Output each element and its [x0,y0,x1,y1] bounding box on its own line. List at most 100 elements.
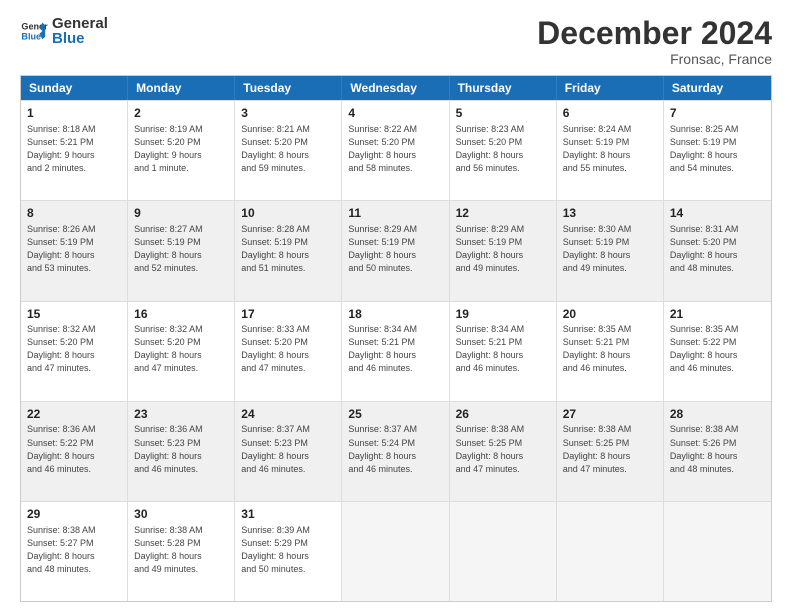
calendar-cell: 7Sunrise: 8:25 AM Sunset: 5:19 PM Daylig… [664,101,771,200]
calendar-cell: 1Sunrise: 8:18 AM Sunset: 5:21 PM Daylig… [21,101,128,200]
day-number: 11 [348,205,442,222]
day-number: 17 [241,306,335,323]
calendar-cell: 18Sunrise: 8:34 AM Sunset: 5:21 PM Dayli… [342,302,449,401]
header-day-monday: Monday [128,76,235,100]
day-number: 16 [134,306,228,323]
day-info: Sunrise: 8:23 AM Sunset: 5:20 PM Dayligh… [456,123,550,175]
day-info: Sunrise: 8:27 AM Sunset: 5:19 PM Dayligh… [134,223,228,275]
header-day-friday: Friday [557,76,664,100]
calendar-cell: 5Sunrise: 8:23 AM Sunset: 5:20 PM Daylig… [450,101,557,200]
header-day-sunday: Sunday [21,76,128,100]
day-number: 29 [27,506,121,523]
calendar: SundayMondayTuesdayWednesdayThursdayFrid… [20,75,772,602]
day-info: Sunrise: 8:18 AM Sunset: 5:21 PM Dayligh… [27,123,121,175]
day-number: 5 [456,105,550,122]
svg-text:Blue: Blue [21,31,41,41]
calendar-cell: 9Sunrise: 8:27 AM Sunset: 5:19 PM Daylig… [128,201,235,300]
calendar-cell: 13Sunrise: 8:30 AM Sunset: 5:19 PM Dayli… [557,201,664,300]
calendar-row-5: 29Sunrise: 8:38 AM Sunset: 5:27 PM Dayli… [21,501,771,601]
day-number: 28 [670,406,765,423]
day-info: Sunrise: 8:26 AM Sunset: 5:19 PM Dayligh… [27,223,121,275]
calendar-cell: 24Sunrise: 8:37 AM Sunset: 5:23 PM Dayli… [235,402,342,501]
day-info: Sunrise: 8:22 AM Sunset: 5:20 PM Dayligh… [348,123,442,175]
calendar-cell: 28Sunrise: 8:38 AM Sunset: 5:26 PM Dayli… [664,402,771,501]
calendar-body: 1Sunrise: 8:18 AM Sunset: 5:21 PM Daylig… [21,100,771,601]
day-number: 4 [348,105,442,122]
calendar-cell: 19Sunrise: 8:34 AM Sunset: 5:21 PM Dayli… [450,302,557,401]
calendar-cell [450,502,557,601]
calendar-cell [342,502,449,601]
calendar-cell: 16Sunrise: 8:32 AM Sunset: 5:20 PM Dayli… [128,302,235,401]
day-info: Sunrise: 8:25 AM Sunset: 5:19 PM Dayligh… [670,123,765,175]
calendar-cell: 10Sunrise: 8:28 AM Sunset: 5:19 PM Dayli… [235,201,342,300]
calendar-cell: 22Sunrise: 8:36 AM Sunset: 5:22 PM Dayli… [21,402,128,501]
day-info: Sunrise: 8:30 AM Sunset: 5:19 PM Dayligh… [563,223,657,275]
day-number: 24 [241,406,335,423]
calendar-cell: 26Sunrise: 8:38 AM Sunset: 5:25 PM Dayli… [450,402,557,501]
day-number: 23 [134,406,228,423]
day-info: Sunrise: 8:24 AM Sunset: 5:19 PM Dayligh… [563,123,657,175]
calendar-cell: 20Sunrise: 8:35 AM Sunset: 5:21 PM Dayli… [557,302,664,401]
day-info: Sunrise: 8:38 AM Sunset: 5:28 PM Dayligh… [134,524,228,576]
day-info: Sunrise: 8:32 AM Sunset: 5:20 PM Dayligh… [27,323,121,375]
day-number: 7 [670,105,765,122]
day-number: 19 [456,306,550,323]
calendar-cell: 31Sunrise: 8:39 AM Sunset: 5:29 PM Dayli… [235,502,342,601]
logo-wordmark: General Blue [52,16,108,46]
day-number: 8 [27,205,121,222]
day-number: 1 [27,105,121,122]
calendar-row-1: 1Sunrise: 8:18 AM Sunset: 5:21 PM Daylig… [21,100,771,200]
calendar-row-2: 8Sunrise: 8:26 AM Sunset: 5:19 PM Daylig… [21,200,771,300]
day-info: Sunrise: 8:29 AM Sunset: 5:19 PM Dayligh… [348,223,442,275]
main-title: December 2024 [537,16,772,51]
day-number: 2 [134,105,228,122]
day-info: Sunrise: 8:34 AM Sunset: 5:21 PM Dayligh… [456,323,550,375]
calendar-row-3: 15Sunrise: 8:32 AM Sunset: 5:20 PM Dayli… [21,301,771,401]
day-info: Sunrise: 8:36 AM Sunset: 5:22 PM Dayligh… [27,423,121,475]
day-info: Sunrise: 8:35 AM Sunset: 5:21 PM Dayligh… [563,323,657,375]
subtitle: Fronsac, France [537,51,772,67]
header-day-thursday: Thursday [450,76,557,100]
header: General Blue General Blue December 2024 … [20,16,772,67]
day-number: 26 [456,406,550,423]
day-info: Sunrise: 8:38 AM Sunset: 5:25 PM Dayligh… [563,423,657,475]
day-info: Sunrise: 8:32 AM Sunset: 5:20 PM Dayligh… [134,323,228,375]
day-info: Sunrise: 8:35 AM Sunset: 5:22 PM Dayligh… [670,323,765,375]
day-number: 14 [670,205,765,222]
calendar-cell: 12Sunrise: 8:29 AM Sunset: 5:19 PM Dayli… [450,201,557,300]
day-number: 18 [348,306,442,323]
day-number: 27 [563,406,657,423]
day-number: 30 [134,506,228,523]
title-block: December 2024 Fronsac, France [537,16,772,67]
day-info: Sunrise: 8:38 AM Sunset: 5:27 PM Dayligh… [27,524,121,576]
logo-icon: General Blue [20,17,48,45]
calendar-row-4: 22Sunrise: 8:36 AM Sunset: 5:22 PM Dayli… [21,401,771,501]
header-day-saturday: Saturday [664,76,771,100]
calendar-cell: 14Sunrise: 8:31 AM Sunset: 5:20 PM Dayli… [664,201,771,300]
day-info: Sunrise: 8:21 AM Sunset: 5:20 PM Dayligh… [241,123,335,175]
day-number: 25 [348,406,442,423]
calendar-cell [664,502,771,601]
day-number: 9 [134,205,228,222]
calendar-cell: 4Sunrise: 8:22 AM Sunset: 5:20 PM Daylig… [342,101,449,200]
logo: General Blue General Blue [20,16,108,46]
day-number: 12 [456,205,550,222]
calendar-cell: 6Sunrise: 8:24 AM Sunset: 5:19 PM Daylig… [557,101,664,200]
calendar-cell: 2Sunrise: 8:19 AM Sunset: 5:20 PM Daylig… [128,101,235,200]
page: General Blue General Blue December 2024 … [0,0,792,612]
day-info: Sunrise: 8:39 AM Sunset: 5:29 PM Dayligh… [241,524,335,576]
calendar-cell: 29Sunrise: 8:38 AM Sunset: 5:27 PM Dayli… [21,502,128,601]
day-info: Sunrise: 8:38 AM Sunset: 5:26 PM Dayligh… [670,423,765,475]
day-info: Sunrise: 8:28 AM Sunset: 5:19 PM Dayligh… [241,223,335,275]
calendar-cell: 27Sunrise: 8:38 AM Sunset: 5:25 PM Dayli… [557,402,664,501]
calendar-cell: 17Sunrise: 8:33 AM Sunset: 5:20 PM Dayli… [235,302,342,401]
day-info: Sunrise: 8:37 AM Sunset: 5:24 PM Dayligh… [348,423,442,475]
calendar-cell: 25Sunrise: 8:37 AM Sunset: 5:24 PM Dayli… [342,402,449,501]
day-number: 31 [241,506,335,523]
calendar-cell: 30Sunrise: 8:38 AM Sunset: 5:28 PM Dayli… [128,502,235,601]
day-info: Sunrise: 8:38 AM Sunset: 5:25 PM Dayligh… [456,423,550,475]
day-info: Sunrise: 8:36 AM Sunset: 5:23 PM Dayligh… [134,423,228,475]
calendar-cell: 15Sunrise: 8:32 AM Sunset: 5:20 PM Dayli… [21,302,128,401]
calendar-cell: 11Sunrise: 8:29 AM Sunset: 5:19 PM Dayli… [342,201,449,300]
day-info: Sunrise: 8:33 AM Sunset: 5:20 PM Dayligh… [241,323,335,375]
